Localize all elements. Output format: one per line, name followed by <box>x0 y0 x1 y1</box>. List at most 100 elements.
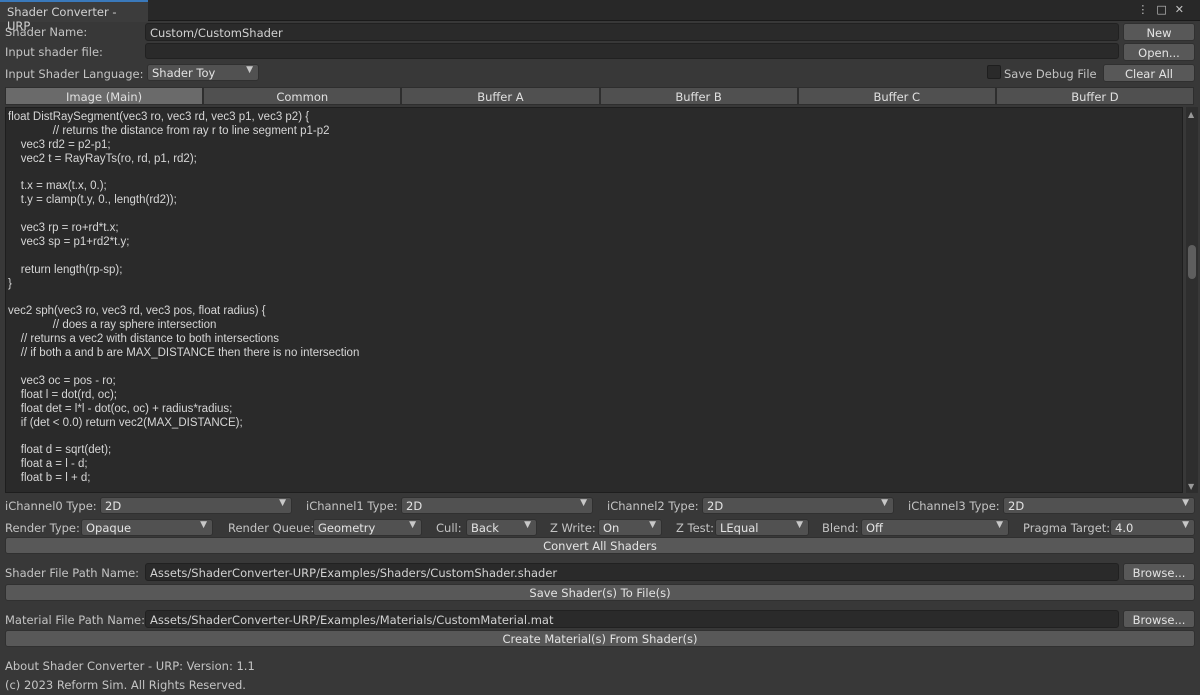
ichannel0-value: 2D <box>105 499 122 513</box>
render-type-value: Opaque <box>86 521 132 535</box>
tab-image-main[interactable]: Image (Main) <box>5 87 204 105</box>
cull-value: Back <box>471 521 499 535</box>
code-line: vec3 rd2 = p2-p1; <box>8 138 111 151</box>
code-line: float a = l - d; <box>8 458 88 471</box>
material-path-label: Material File Path Name: <box>5 613 145 627</box>
code-line: vec3 oc = pos - ro; <box>8 374 116 387</box>
tab-common[interactable]: Common <box>203 87 402 105</box>
code-line: t.y = clamp(t.y, 0., length(rd2)); <box>8 194 177 207</box>
pragma-target-label: Pragma Target: <box>1023 521 1111 535</box>
ichannel1-label: iChannel1 Type: <box>306 499 398 513</box>
about-text: About Shader Converter - URP: Version: 1… <box>5 659 255 673</box>
code-line: vec3 sp = p1+rd2*t.y; <box>8 236 130 249</box>
code-line: // returns the distance from ray r to li… <box>8 124 330 137</box>
save-debug-label: Save Debug File <box>1004 67 1097 81</box>
code-line: // does a ray sphere intersection <box>8 319 217 332</box>
chevron-down-icon: ▼ <box>796 520 803 530</box>
blend-value: Off <box>866 521 883 535</box>
ichannel0-label: iChannel0 Type: <box>5 499 97 513</box>
chevron-down-icon: ▼ <box>580 498 587 508</box>
tab-buffer-a[interactable]: Buffer A <box>401 87 600 105</box>
code-line: t.x = max(t.x, 0.); <box>8 180 107 193</box>
close-icon[interactable]: ✕ <box>1175 3 1192 16</box>
code-editor[interactable]: float DistRaySegment(vec3 ro, vec3 rd, v… <box>5 107 1183 493</box>
render-type-dropdown[interactable]: Opaque ▼ <box>81 519 213 536</box>
clear-all-button[interactable]: Clear All <box>1103 64 1195 82</box>
scrollbar-thumb[interactable] <box>1188 245 1196 279</box>
zwrite-label: Z Write: <box>550 521 596 535</box>
render-queue-label: Render Queue: <box>228 521 315 535</box>
ichannel3-label: iChannel3 Type: <box>908 499 1000 513</box>
zwrite-value: On <box>603 521 620 535</box>
input-file-label: Input shader file: <box>5 45 103 59</box>
chevron-down-icon: ▼ <box>1182 520 1189 530</box>
code-line: return length(rp-sp); <box>8 263 123 276</box>
copyright-text: (c) 2023 Reform Sim. All Rights Reserved… <box>5 678 246 692</box>
cull-dropdown[interactable]: Back ▼ <box>466 519 537 536</box>
code-line: vec3 rp = ro+rd*t.x; <box>8 222 119 235</box>
ztest-value: LEqual <box>720 521 759 535</box>
tab-buffer-c[interactable]: Buffer C <box>797 87 996 105</box>
ichannel3-dropdown[interactable]: 2D ▼ <box>1003 497 1195 514</box>
zwrite-dropdown[interactable]: On ▼ <box>598 519 662 536</box>
chevron-down-icon: ▼ <box>649 520 656 530</box>
title-bar <box>0 0 1200 21</box>
ichannel1-value: 2D <box>406 499 423 513</box>
save-shaders-button[interactable]: Save Shader(s) To File(s) <box>5 584 1195 601</box>
language-label: Input Shader Language: <box>5 67 144 81</box>
open-button[interactable]: Open... <box>1123 43 1195 61</box>
render-queue-dropdown[interactable]: Geometry ▼ <box>313 519 422 536</box>
window-tab[interactable]: Shader Converter - URP <box>0 0 148 33</box>
ztest-dropdown[interactable]: LEqual ▼ <box>715 519 809 536</box>
ichannel2-label: iChannel2 Type: <box>607 499 699 513</box>
code-line: // returns a vec2 with distance to both … <box>8 333 280 346</box>
shader-path-input[interactable]: Assets/ShaderConverter-URP/Examples/Shad… <box>145 563 1119 581</box>
ichannel0-dropdown[interactable]: 2D ▼ <box>100 497 292 514</box>
code-scrollbar[interactable] <box>1186 107 1198 493</box>
code-line: vec2 t = RayRayTs(ro, rd, p1, rd2); <box>8 152 197 165</box>
code-line: float det = l*l - dot(oc, oc) + radius*r… <box>8 402 233 415</box>
language-dropdown[interactable]: Shader Toy ▼ <box>147 64 259 81</box>
ichannel2-dropdown[interactable]: 2D ▼ <box>702 497 894 514</box>
window-controls: ⋮□✕ <box>1137 3 1192 16</box>
maximize-icon[interactable]: □ <box>1156 3 1174 16</box>
ichannel1-dropdown[interactable]: 2D ▼ <box>401 497 593 514</box>
code-line: // if both a and b are MAX_DISTANCE then… <box>8 347 360 360</box>
chevron-down-icon: ▼ <box>279 498 286 508</box>
cull-label: Cull: <box>436 521 462 535</box>
tab-buffer-d[interactable]: Buffer D <box>995 87 1195 105</box>
chevron-down-icon: ▼ <box>200 520 207 530</box>
blend-label: Blend: <box>822 521 859 535</box>
code-line: float d = sqrt(det); <box>8 444 112 457</box>
scroll-up-icon[interactable]: ▲ <box>1188 110 1194 119</box>
chevron-down-icon: ▼ <box>996 520 1003 530</box>
pragma-target-dropdown[interactable]: 4.0 ▼ <box>1110 519 1195 536</box>
material-path-input[interactable]: Assets/ShaderConverter-URP/Examples/Mate… <box>145 610 1119 628</box>
pragma-target-value: 4.0 <box>1115 521 1134 535</box>
save-debug-checkbox[interactable] <box>987 65 1001 79</box>
code-line: float b = l + d; <box>8 472 91 485</box>
create-materials-button[interactable]: Create Material(s) From Shader(s) <box>5 630 1195 647</box>
chevron-down-icon: ▼ <box>1182 498 1189 508</box>
scroll-down-icon[interactable]: ▼ <box>1188 482 1194 491</box>
code-line: float DistRaySegment(vec3 ro, vec3 rd, v… <box>8 111 310 123</box>
language-value: Shader Toy <box>152 66 216 80</box>
convert-all-button[interactable]: Convert All Shaders <box>5 537 1195 554</box>
tab-buffer-b[interactable]: Buffer B <box>599 87 798 105</box>
material-browse-button[interactable]: Browse... <box>1123 610 1195 628</box>
code-line: if (det < 0.0) return vec2(MAX_DISTANCE)… <box>8 416 243 429</box>
shader-browse-button[interactable]: Browse... <box>1123 563 1195 581</box>
ztest-label: Z Test: <box>676 521 715 535</box>
shader-name-input[interactable]: Custom/CustomShader <box>145 23 1119 41</box>
render-queue-value: Geometry <box>318 521 376 535</box>
input-file-field[interactable] <box>145 43 1119 59</box>
new-button[interactable]: New <box>1123 23 1195 41</box>
menu-icon[interactable]: ⋮ <box>1137 3 1156 16</box>
blend-dropdown[interactable]: Off ▼ <box>861 519 1009 536</box>
